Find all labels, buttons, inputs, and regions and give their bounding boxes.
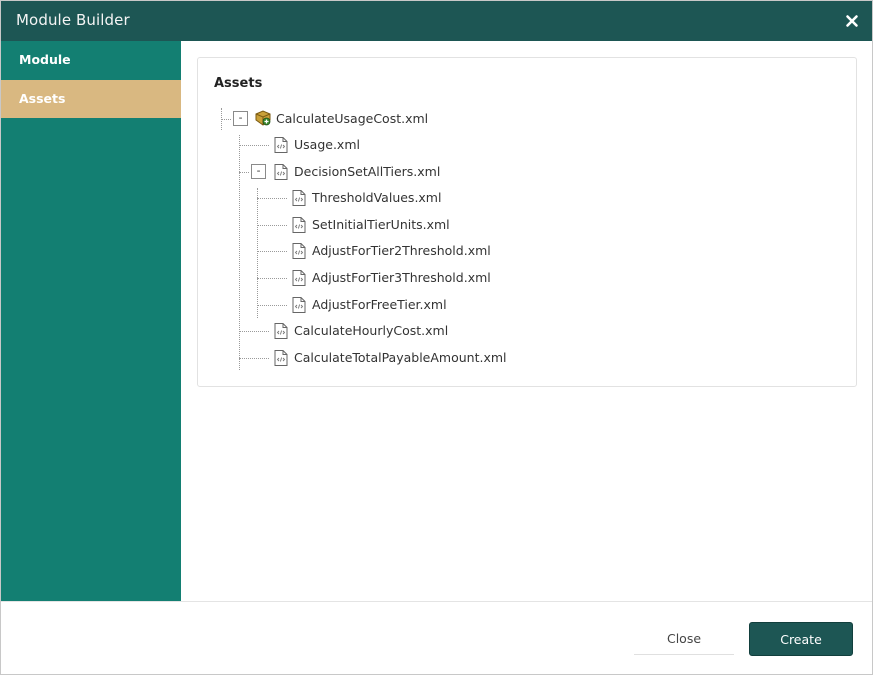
xml-file-icon: [292, 190, 306, 206]
dialog-title: Module Builder: [16, 11, 130, 29]
asset-tree: - CalculateUsageCost.xml Usage.xml - Dec…: [198, 58, 856, 386]
rule-package-icon: [255, 110, 271, 126]
sidebar-item-assets[interactable]: Assets: [1, 80, 181, 118]
create-button[interactable]: Create: [749, 622, 853, 656]
tree-connector: [257, 305, 287, 306]
xml-file-icon: [292, 297, 306, 313]
close-button[interactable]: Close: [634, 623, 734, 655]
tree-connector: [257, 198, 287, 199]
tree-node-set-initial-tier-units[interactable]: SetInitialTierUnits.xml: [312, 217, 450, 232]
xml-file-icon: [274, 350, 288, 366]
tree-node-calculate-usage-cost[interactable]: CalculateUsageCost.xml: [276, 111, 428, 126]
tree-connector: [239, 172, 249, 173]
xml-file-icon: [292, 217, 306, 233]
close-icon[interactable]: [844, 13, 860, 29]
xml-file-icon: [274, 323, 288, 339]
tree-connector: [239, 358, 269, 359]
tree-node-calculate-total-payable-amount[interactable]: CalculateTotalPayableAmount.xml: [294, 350, 507, 365]
tree-node-adjust-for-free-tier[interactable]: AdjustForFreeTier.xml: [312, 297, 447, 312]
collapse-toggle[interactable]: -: [233, 111, 248, 126]
collapse-toggle[interactable]: -: [251, 164, 266, 179]
tree-connector: [257, 225, 287, 226]
tree-node-adjust-for-tier2-threshold[interactable]: AdjustForTier2Threshold.xml: [312, 243, 491, 258]
tree-connector: [239, 135, 240, 370]
dialog-footer: Close Create: [1, 601, 872, 674]
tree-connector: [221, 119, 231, 120]
tree-connector: [239, 331, 269, 332]
xml-file-icon: [292, 243, 306, 259]
sidebar-item-module[interactable]: Module: [1, 41, 181, 79]
tree-connector: [257, 251, 287, 252]
tree-node-decision-set-all-tiers[interactable]: DecisionSetAllTiers.xml: [294, 164, 440, 179]
tree-connector: [257, 278, 287, 279]
tree-node-adjust-for-tier3-threshold[interactable]: AdjustForTier3Threshold.xml: [312, 270, 491, 285]
module-builder-dialog: Module Builder Module Assets Assets - Ca…: [0, 0, 873, 675]
xml-file-icon: [274, 164, 288, 180]
tree-connector: [239, 145, 269, 146]
title-bar: Module Builder: [1, 1, 872, 41]
tree-node-usage[interactable]: Usage.xml: [294, 137, 360, 152]
tree-connector: [257, 188, 258, 318]
tree-node-calculate-hourly-cost[interactable]: CalculateHourlyCost.xml: [294, 323, 448, 338]
assets-panel: Assets - CalculateUsageCost.xml Usage.xm…: [197, 57, 857, 387]
sidebar: Module Assets: [1, 41, 181, 601]
xml-file-icon: [292, 270, 306, 286]
tree-node-threshold-values[interactable]: ThresholdValues.xml: [312, 190, 441, 205]
xml-file-icon: [274, 137, 288, 153]
